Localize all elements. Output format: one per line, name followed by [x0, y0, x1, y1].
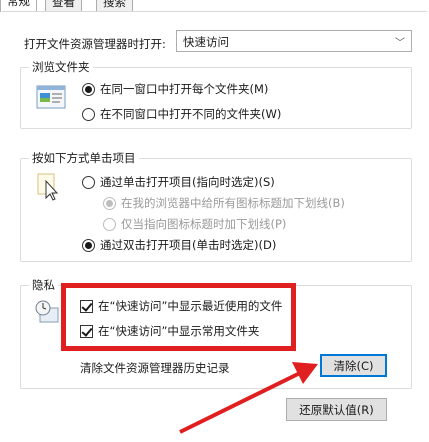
radio-double-click[interactable]: 通过双击打开项目(单击时选定)(D): [82, 237, 276, 253]
radio-dot: [103, 196, 116, 210]
annotation-highlight-box: [61, 283, 296, 351]
cursor-click-icon: [36, 172, 66, 205]
clear-button[interactable]: 清除(C): [320, 354, 387, 377]
radio-same-window-label: 在同一窗口中打开每个文件夹(M): [100, 82, 269, 96]
open-explorer-selected-value: 快速访问: [183, 35, 229, 49]
radio-dot: [82, 175, 95, 189]
radio-double-click-label: 通过双击打开项目(单击时选定)(D): [100, 238, 277, 252]
radio-underline-all[interactable]: 在我的浏览器中给所有图标标题加下划线(B): [103, 195, 345, 211]
radio-dot: [103, 217, 116, 231]
radio-underline-all-label: 在我的浏览器中给所有图标标题加下划线(B): [121, 196, 345, 210]
chevron-down-icon: ﹀: [395, 38, 405, 49]
radio-dot: [82, 82, 95, 96]
radio-different-window[interactable]: 在不同窗口中打开不同的文件夹(W): [82, 106, 281, 122]
radio-underline-hover-label: 仅当指向图标标题时加下划线(P): [121, 217, 287, 231]
radio-different-window-label: 在不同窗口中打开不同的文件夹(W): [100, 107, 282, 121]
radio-single-click[interactable]: 通过单击打开项目(指向时选定)(S): [82, 174, 275, 190]
radio-same-window[interactable]: 在同一窗口中打开每个文件夹(M): [82, 81, 268, 97]
clear-history-label: 清除文件资源管理器历史记录: [80, 361, 230, 375]
restore-defaults-button[interactable]: 还原默认值(R): [286, 398, 387, 421]
browse-folders-title: 浏览文件夹: [29, 60, 93, 74]
privacy-clock-icon: [34, 298, 60, 329]
open-explorer-select[interactable]: 快速访问 ﹀: [176, 30, 412, 52]
folder-window-icon: [36, 85, 66, 112]
privacy-title: 隐私: [29, 278, 58, 292]
open-explorer-label: 打开文件资源管理器时打开:: [24, 37, 166, 51]
radio-dot: [82, 107, 95, 121]
radio-single-click-label: 通过单击打开项目(指向时选定)(S): [100, 175, 275, 189]
click-items-title: 按如下方式单击项目: [29, 151, 139, 165]
radio-underline-hover[interactable]: 仅当指向图标标题时加下划线(P): [103, 216, 286, 232]
radio-dot: [82, 238, 95, 252]
